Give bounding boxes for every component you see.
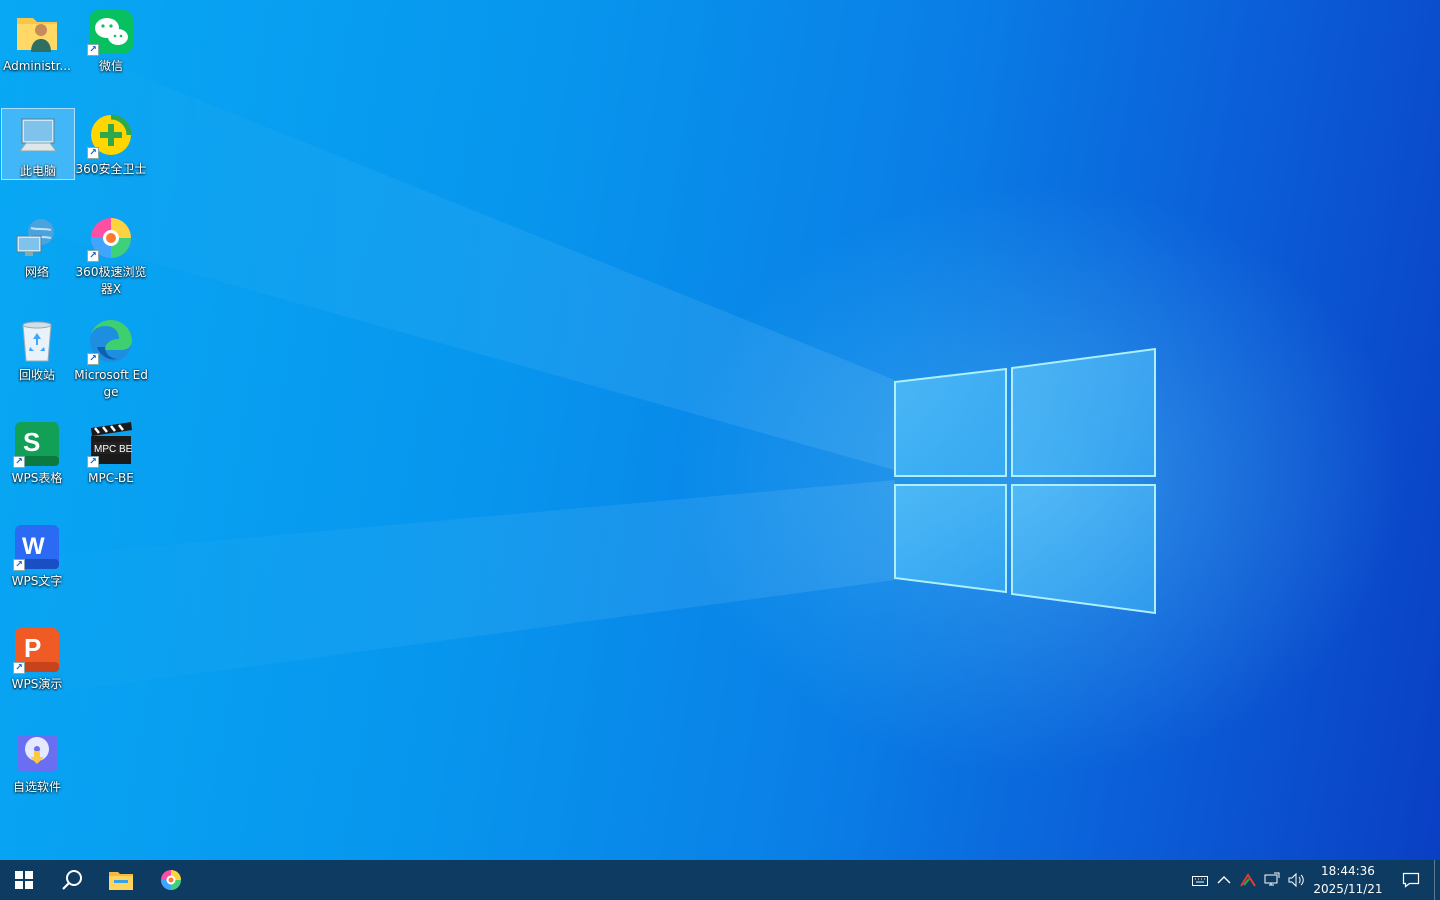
desktop-icon-wechat[interactable]: ↗ 微信 [74,4,148,104]
360-browser-taskbar-button[interactable] [146,860,196,900]
action-center-button[interactable] [1388,860,1434,900]
wechat-icon: ↗ [87,8,135,56]
wps-spreadsheet-icon: S ↗ [13,420,61,468]
shortcut-arrow-icon: ↗ [87,456,99,468]
desktop-icon-label: 360极速浏览器X [75,265,147,296]
chevron-up-icon[interactable] [1212,860,1236,900]
desktop-icon-label: 360安全卫士 [75,162,147,176]
desktop-icon-label: Microsoft Edge [74,368,148,399]
show-desktop-button[interactable] [1434,860,1440,900]
shortcut-arrow-icon: ↗ [87,147,99,159]
wps-tray-icon[interactable] [1236,860,1260,900]
desktop-icon-network[interactable]: 网络 [0,210,74,310]
shortcut-arrow-icon: ↗ [13,456,25,468]
mpc-be-icon: MPC BE ↗ [87,420,135,468]
desktop-icon-label: 自选软件 [12,780,61,794]
edge-icon: ↗ [87,317,135,365]
shortcut-arrow-icon: ↗ [13,559,25,571]
desktop-icon-label: Administr... [3,59,71,73]
desktop-icon-this-pc[interactable]: 此电脑 [1,108,75,180]
software-installer-icon [13,729,61,777]
desktop-wallpaper [0,0,1440,860]
desktop-icon-label: WPS文字 [11,574,63,588]
desktop-icon-360-security[interactable]: ↗ 360安全卫士 [74,107,148,207]
desktop-icon-label: MPC-BE [88,471,134,485]
desktop-icon-label: 微信 [98,59,123,73]
wps-writer-glyph: W [22,533,45,560]
wps-presentation-glyph: P [24,633,41,663]
desktop-icon-label: WPS演示 [11,677,63,691]
shortcut-arrow-icon: ↗ [87,44,99,56]
mpc-be-glyph: MPC BE [94,444,133,455]
keyboard-icon[interactable] [1188,860,1212,900]
network-tray-icon[interactable] [1260,860,1284,900]
desktop-icon-edge[interactable]: ↗ Microsoft Edge [74,313,148,413]
desktop-icon-wps-spreadsheet[interactable]: S ↗ WPS表格 [0,416,74,516]
wps-presentation-icon: P ↗ [13,626,61,674]
search-icon [62,870,82,890]
system-tray: 18:44:36 2025/11/21 [1188,860,1440,900]
desktop-icon-360-browser[interactable]: ↗ 360极速浏览器X [74,210,148,310]
360-security-icon: ↗ [87,111,135,159]
shortcut-arrow-icon: ↗ [87,250,99,262]
desktop-icon-mpc-be[interactable]: MPC BE ↗ MPC-BE [74,416,148,516]
network-icon [13,214,61,262]
360-browser-icon [161,870,181,890]
volume-icon[interactable] [1284,860,1308,900]
user-folder-icon [13,8,61,56]
file-explorer-button[interactable] [96,860,146,900]
this-pc-icon [14,113,62,161]
desktop-icon-label: WPS表格 [11,471,63,485]
desktop-icon-wps-presentation[interactable]: P ↗ WPS演示 [0,622,74,722]
desktop-icon-label: 网络 [24,265,49,279]
recycle-bin-icon [13,317,61,365]
folder-icon [109,872,133,890]
clock-time: 18:44:36 [1321,864,1375,878]
wps-writer-icon: W ↗ [13,523,61,571]
shortcut-arrow-icon: ↗ [87,353,99,365]
desktop-icon-label: 此电脑 [19,164,56,178]
clock-date: 2025/11/21 [1313,882,1383,896]
search-button[interactable] [48,860,96,900]
windows-logo-icon [15,871,33,889]
desktop-icon-label: 回收站 [18,368,55,382]
taskbar: 18:44:36 2025/11/21 [0,860,1440,900]
360-browser-icon: ↗ [87,214,135,262]
desktop-icon-software-installer[interactable]: 自选软件 [0,725,74,825]
wps-spreadsheet-glyph: S [23,427,40,457]
desktop-icon-recycle-bin[interactable]: 回收站 [0,313,74,413]
taskbar-clock[interactable]: 18:44:36 2025/11/21 [1308,860,1388,900]
desktop-icon-administrator[interactable]: Administr... [0,4,74,104]
notification-icon [1402,872,1420,888]
desktop-icon-wps-writer[interactable]: W ↗ WPS文字 [0,519,74,619]
shortcut-arrow-icon: ↗ [13,662,25,674]
start-button[interactable] [0,860,48,900]
